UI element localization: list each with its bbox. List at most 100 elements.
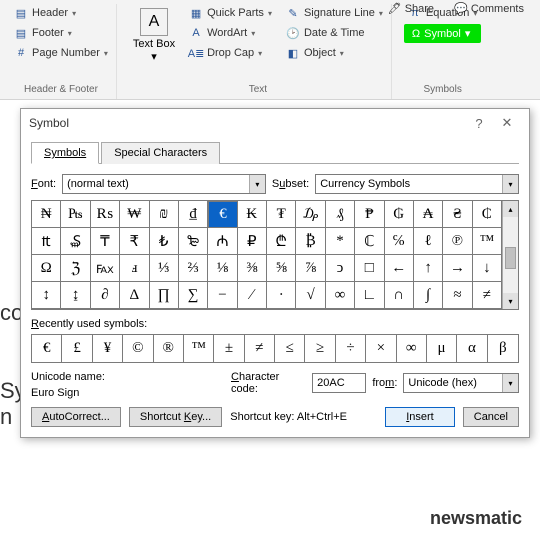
scroll-down-button[interactable]: ▾ — [503, 293, 518, 309]
symbol-cell[interactable]: ₫ — [179, 201, 208, 228]
symbol-cell[interactable]: ∟ — [355, 282, 384, 309]
recent-symbol-cell[interactable]: × — [366, 335, 396, 362]
char-code-input[interactable]: 20AC — [312, 373, 366, 393]
recent-symbol-cell[interactable]: β — [488, 335, 518, 362]
symbol-cell[interactable]: ₮ — [267, 201, 296, 228]
symbol-cell[interactable]: ₵ — [473, 201, 502, 228]
symbol-cell[interactable]: ↑ — [414, 255, 443, 282]
symbol-cell[interactable]: ₴ — [443, 201, 472, 228]
symbol-cell[interactable]: ₲ — [385, 201, 414, 228]
symbol-cell[interactable]: ₪ — [150, 201, 179, 228]
page-number-button[interactable]: #Page Number▾ — [10, 44, 112, 62]
symbol-cell[interactable]: ∕ — [238, 282, 267, 309]
recent-symbol-cell[interactable]: μ — [427, 335, 457, 362]
text-box-button[interactable]: A Text Box ▾ — [129, 4, 179, 67]
symbol-cell[interactable]: ₸ — [91, 228, 120, 255]
tab-special-characters[interactable]: Special Characters — [101, 142, 220, 164]
recent-symbol-cell[interactable]: ≥ — [305, 335, 335, 362]
symbol-cell[interactable]: ℨ — [61, 255, 90, 282]
help-button[interactable]: ? — [465, 116, 493, 131]
symbol-cell[interactable]: ⅜ — [238, 255, 267, 282]
symbol-cell[interactable]: ∑ — [179, 282, 208, 309]
shortcut-key-button[interactable]: Shortcut Key... — [129, 407, 222, 427]
symbol-cell[interactable]: ↓ — [473, 255, 502, 282]
symbol-cell[interactable]: ₳ — [414, 201, 443, 228]
symbol-cell[interactable]: → — [443, 255, 472, 282]
recent-symbol-cell[interactable]: ≠ — [245, 335, 275, 362]
recent-symbol-cell[interactable]: ® — [154, 335, 184, 362]
symbol-cell[interactable]: ₽ — [238, 228, 267, 255]
recent-symbol-cell[interactable]: £ — [62, 335, 92, 362]
quick-parts-button[interactable]: ▦Quick Parts▾ — [185, 4, 276, 22]
autocorrect-button[interactable]: AutoCorrect... — [31, 407, 121, 427]
symbol-cell[interactable]: ™ — [473, 228, 502, 255]
symbol-cell[interactable]: ₩ — [120, 201, 149, 228]
symbol-cell[interactable]: € — [208, 201, 237, 228]
symbol-cell[interactable]: ₶ — [32, 228, 61, 255]
symbol-cell[interactable]: ∙ — [267, 282, 296, 309]
symbol-cell[interactable]: ⅔ — [179, 255, 208, 282]
symbol-cell[interactable]: ₦ — [32, 201, 61, 228]
symbol-cell[interactable]: ← — [385, 255, 414, 282]
symbol-cell[interactable]: ₧ — [61, 201, 90, 228]
symbol-cell[interactable]: ℂ — [355, 228, 384, 255]
symbol-cell[interactable]: ₼ — [208, 228, 237, 255]
symbol-cell[interactable]: ₭ — [238, 201, 267, 228]
scroll-up-button[interactable]: ▴ — [503, 201, 518, 217]
recent-symbol-cell[interactable]: ¥ — [93, 335, 123, 362]
symbol-cell[interactable]: − — [208, 282, 237, 309]
recent-symbol-cell[interactable]: ± — [214, 335, 244, 362]
symbol-cell[interactable]: ≠ — [473, 282, 502, 309]
symbol-cell[interactable]: ℓ — [414, 228, 443, 255]
symbol-cell[interactable]: ⅛ — [208, 255, 237, 282]
scroll-thumb[interactable] — [505, 247, 516, 269]
signature-line-button[interactable]: ✎Signature Line▾ — [282, 4, 387, 22]
symbol-cell[interactable]: ₿ — [296, 228, 325, 255]
symbol-cell[interactable]: ₰ — [326, 201, 355, 228]
symbol-cell[interactable]: ₯ — [296, 201, 325, 228]
symbol-cell[interactable]: ∏ — [150, 282, 179, 309]
from-select[interactable]: Unicode (hex)▾ — [403, 373, 519, 393]
symbol-cell[interactable]: ↕ — [32, 282, 61, 309]
symbol-cell[interactable]: ℅ — [385, 228, 414, 255]
symbol-cell[interactable]: * — [326, 228, 355, 255]
symbol-cell[interactable]: √ — [296, 282, 325, 309]
symbol-cell[interactable]: ₱ — [355, 201, 384, 228]
symbol-button[interactable]: ΩSymbol▾ — [404, 24, 481, 43]
symbol-cell[interactable]: ⅎ — [120, 255, 149, 282]
symbol-cell[interactable]: ℻ — [91, 255, 120, 282]
recent-symbol-cell[interactable]: € — [32, 335, 62, 362]
tab-symbols[interactable]: Symbols — [31, 142, 99, 164]
font-select[interactable]: (normal text)▾ — [62, 174, 266, 194]
footer-button[interactable]: ▤Footer▾ — [10, 24, 112, 42]
recent-symbol-cell[interactable]: α — [457, 335, 487, 362]
scrollbar[interactable]: ▴ ▾ — [502, 201, 518, 309]
symbol-cell[interactable]: ↄ — [326, 255, 355, 282]
symbol-cell[interactable]: ∩ — [385, 282, 414, 309]
symbol-cell[interactable]: ∞ — [326, 282, 355, 309]
symbol-cell[interactable]: ∂ — [91, 282, 120, 309]
symbol-cell[interactable]: ₻ — [179, 228, 208, 255]
insert-button[interactable]: Insert — [385, 407, 455, 427]
symbol-cell[interactable]: ≈ — [443, 282, 472, 309]
recent-symbol-cell[interactable]: © — [123, 335, 153, 362]
symbol-cell[interactable]: ↨ — [61, 282, 90, 309]
comments-button[interactable]: 💬 Comments — [448, 0, 530, 17]
symbol-cell[interactable]: ⅓ — [150, 255, 179, 282]
symbol-cell[interactable]: Ω — [32, 255, 61, 282]
wordart-button[interactable]: AWordArt▾ — [185, 24, 276, 42]
object-button[interactable]: ◧Object▾ — [282, 44, 387, 62]
drop-cap-button[interactable]: A≣Drop Cap▾ — [185, 44, 276, 62]
symbol-cell[interactable]: ₷ — [61, 228, 90, 255]
symbol-cell[interactable]: ⅞ — [296, 255, 325, 282]
symbol-cell[interactable]: Δ — [120, 282, 149, 309]
symbol-cell[interactable]: ₾ — [267, 228, 296, 255]
close-button[interactable]: ✕ — [493, 115, 521, 131]
share-button[interactable]: 🖊 Share — [382, 0, 440, 17]
recent-symbol-cell[interactable]: ≤ — [275, 335, 305, 362]
cancel-button[interactable]: Cancel — [463, 407, 519, 427]
recent-symbol-cell[interactable]: ™ — [184, 335, 214, 362]
subset-select[interactable]: Currency Symbols▾ — [315, 174, 519, 194]
symbol-cell[interactable]: ∫ — [414, 282, 443, 309]
header-button[interactable]: ▤Header▾ — [10, 4, 112, 22]
